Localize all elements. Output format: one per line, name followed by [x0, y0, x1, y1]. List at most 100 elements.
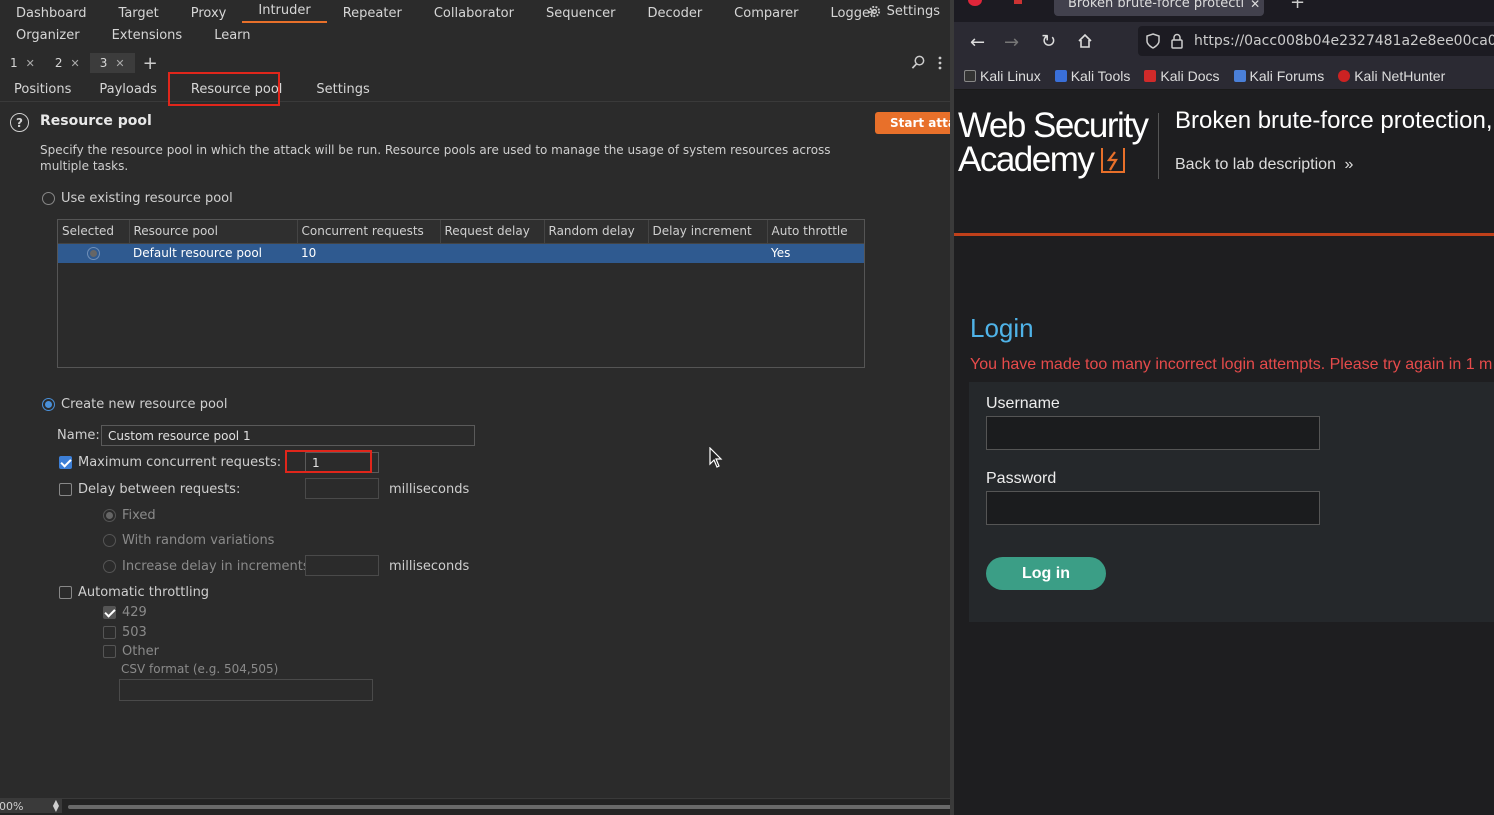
max-concurrent-checkbox[interactable] — [59, 456, 72, 469]
kali-nethunter-icon — [1338, 69, 1351, 82]
menu-extensions[interactable]: Extensions — [96, 28, 199, 43]
throttle-other-checkbox[interactable] — [103, 645, 116, 658]
back-icon[interactable]: ← — [970, 32, 985, 53]
use-existing-option[interactable]: Use existing resource pool — [42, 191, 233, 206]
menu-organizer[interactable]: Organizer — [0, 28, 96, 43]
kali-forums-icon — [1233, 69, 1246, 82]
random-variations-option[interactable]: With random variations — [103, 533, 274, 548]
menu-proxy[interactable]: Proxy — [175, 6, 243, 21]
second-menu: Organizer Extensions Learn — [0, 24, 267, 46]
max-concurrent-input[interactable]: 1 — [305, 452, 379, 473]
increase-delay-radio[interactable] — [103, 560, 116, 573]
menu-target[interactable]: Target — [103, 6, 175, 21]
menu-repeater[interactable]: Repeater — [327, 6, 418, 21]
add-tab-icon[interactable]: + — [143, 53, 158, 74]
menu-sequencer[interactable]: Sequencer — [530, 6, 631, 21]
url-bar[interactable]: https://0acc008b04e2327481a2e8ee00ca0 — [1138, 26, 1494, 56]
close-icon[interactable]: ✕ — [26, 57, 35, 70]
forward-icon[interactable]: → — [1004, 32, 1019, 53]
url-text: https://0acc008b04e2327481a2e8ee00ca0 — [1194, 33, 1494, 49]
tab-resource-pool[interactable]: Resource pool — [171, 78, 303, 102]
browser-tab[interactable]: Broken brute-force protecti ✕ — [1054, 0, 1264, 16]
attack-tab-3[interactable]: 3 ✕ — [89, 53, 135, 73]
menu-comparer[interactable]: Comparer — [718, 6, 814, 21]
increase-delay-option[interactable]: Increase delay in increments of — [103, 559, 326, 574]
more-menu-icon[interactable] — [938, 56, 942, 70]
close-icon[interactable]: ✕ — [115, 57, 124, 70]
bookmark-kali-tools[interactable]: Kali Tools — [1054, 68, 1130, 84]
col-delay-increment[interactable]: Delay increment — [648, 220, 768, 244]
throttle-503-checkbox[interactable] — [103, 626, 116, 639]
header-divider — [1158, 113, 1159, 179]
help-icon[interactable]: ? — [10, 113, 29, 132]
home-icon[interactable] — [1077, 33, 1093, 49]
search-icon[interactable] — [911, 55, 926, 70]
random-variations-radio[interactable] — [103, 534, 116, 547]
bookmark-kali-nethunter[interactable]: Kali NetHunter — [1338, 68, 1445, 84]
menu-decoder[interactable]: Decoder — [631, 6, 718, 21]
tab-payloads[interactable]: Payloads — [85, 78, 170, 102]
pool-name-input[interactable]: Custom resource pool 1 — [101, 425, 475, 446]
throttle-other-option[interactable]: Other — [103, 644, 159, 659]
row-selected-radio[interactable] — [87, 247, 100, 261]
increment-input[interactable] — [305, 555, 379, 576]
username-input[interactable] — [986, 416, 1320, 450]
reload-icon[interactable]: ↻ — [1041, 31, 1056, 52]
menu-dashboard[interactable]: Dashboard — [0, 6, 103, 21]
fixed-label: Fixed — [122, 508, 156, 523]
throttle-429-option[interactable]: 429 — [103, 605, 147, 620]
create-new-radio[interactable] — [42, 398, 55, 411]
menu-collaborator[interactable]: Collaborator — [418, 6, 530, 21]
delay-row: Delay between requests: — [59, 482, 240, 497]
use-existing-radio[interactable] — [42, 192, 55, 205]
menu-learn[interactable]: Learn — [198, 28, 266, 43]
col-auto-throttle[interactable]: Auto throttle — [767, 220, 864, 244]
tab-positions[interactable]: Positions — [0, 78, 85, 102]
logo-line1: Web Security — [958, 106, 1149, 145]
password-input[interactable] — [986, 491, 1320, 525]
delay-checkbox[interactable] — [59, 483, 72, 496]
attack-tab-1[interactable]: 1 ✕ — [0, 53, 45, 73]
close-tab-icon[interactable]: ✕ — [1250, 0, 1260, 11]
web-security-academy-logo[interactable]: Web Security Academy — [958, 106, 1158, 181]
login-heading: Login — [970, 313, 1034, 343]
tab-settings[interactable]: Settings — [302, 78, 383, 102]
tab-label: 3 — [99, 56, 108, 70]
shield-icon — [1146, 33, 1160, 49]
col-resource-pool[interactable]: Resource pool — [129, 220, 298, 244]
col-request-delay[interactable]: Request delay — [440, 220, 545, 244]
throttle-503-option[interactable]: 503 — [103, 625, 147, 640]
kali-docs-icon — [1144, 69, 1157, 82]
csv-format-input[interactable] — [119, 679, 373, 701]
throttle-429-checkbox[interactable] — [103, 606, 116, 619]
top-menu: Dashboard Target Proxy Intruder Repeater… — [0, 2, 891, 24]
col-concurrent[interactable]: Concurrent requests — [297, 220, 441, 244]
table-row[interactable]: Default resource pool 10 Yes — [58, 243, 864, 263]
delay-unit: milliseconds — [389, 482, 470, 497]
back-to-lab-link[interactable]: Back to lab description » — [1175, 156, 1353, 174]
max-concurrent-label: Maximum concurrent requests: — [78, 455, 282, 470]
fixed-radio[interactable] — [103, 509, 116, 522]
bookmark-kali-linux[interactable]: Kali Linux — [964, 68, 1041, 84]
attack-tab-2[interactable]: 2 ✕ — [45, 53, 90, 73]
new-tab-icon[interactable]: + — [1290, 0, 1305, 13]
scrollbar-thumb[interactable] — [68, 805, 950, 809]
delay-input[interactable] — [305, 478, 379, 499]
menu-intruder[interactable]: Intruder — [242, 3, 327, 23]
login-button[interactable]: Log in — [986, 557, 1106, 590]
zoom-control[interactable]: 100% ▲▼ — [0, 799, 62, 813]
create-new-option[interactable]: Create new resource pool — [42, 397, 227, 412]
fixed-option[interactable]: Fixed — [103, 508, 156, 523]
intruder-subtabs: Positions Payloads Resource pool Setting… — [0, 78, 950, 102]
spinner-icon[interactable]: ▲ ▼ — [53, 799, 59, 813]
logo-line2: Academy — [958, 140, 1095, 179]
close-icon[interactable]: ✕ — [71, 57, 80, 70]
settings-menu[interactable]: Settings — [867, 4, 940, 19]
bookmark-kali-docs[interactable]: Kali Docs — [1144, 68, 1220, 84]
auto-throttle-checkbox[interactable] — [59, 586, 72, 599]
col-selected[interactable]: Selected — [58, 220, 130, 244]
tab-title: Broken brute-force protecti — [1068, 0, 1245, 11]
start-attack-button[interactable]: Start attack — [875, 112, 950, 134]
bookmark-kali-forums[interactable]: Kali Forums — [1233, 68, 1324, 84]
col-random-delay[interactable]: Random delay — [544, 220, 649, 244]
